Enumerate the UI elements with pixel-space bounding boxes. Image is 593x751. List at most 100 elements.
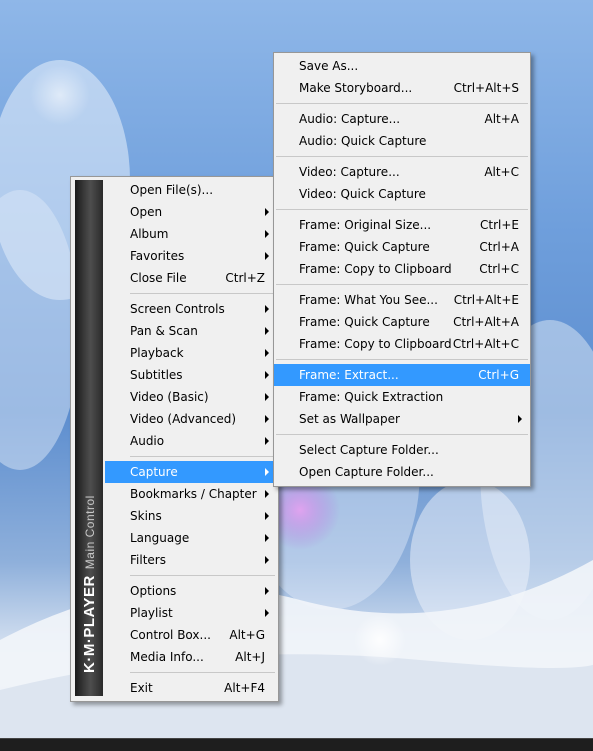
menu-item-label: Frame: Original Size... bbox=[299, 218, 432, 232]
menu-item-label: Audio: Capture... bbox=[299, 112, 401, 126]
main-item-album[interactable]: Album bbox=[71, 223, 278, 245]
submenu-arrow-icon bbox=[265, 208, 269, 216]
main-item-pan-scan[interactable]: Pan & Scan bbox=[71, 320, 278, 342]
menu-item-shortcut: Alt+G bbox=[229, 628, 265, 642]
submenu-arrow-icon bbox=[265, 587, 269, 595]
menu-separator bbox=[130, 672, 275, 673]
main-item-audio[interactable]: Audio bbox=[71, 430, 278, 452]
menu-item-shortcut: Ctrl+Alt+E bbox=[453, 293, 519, 307]
capture-item-save-as[interactable]: Save As... bbox=[274, 55, 530, 77]
menu-item-label: Frame: Extract... bbox=[299, 368, 399, 382]
menu-item-shortcut: Ctrl+C bbox=[479, 262, 519, 276]
main-item-subtitles[interactable]: Subtitles bbox=[71, 364, 278, 386]
main-item-playback[interactable]: Playback bbox=[71, 342, 278, 364]
submenu-arrow-icon bbox=[265, 252, 269, 260]
main-item-skins[interactable]: Skins bbox=[71, 505, 278, 527]
menu-item-label: Options bbox=[130, 584, 177, 598]
menu-item-shortcut: Ctrl+Alt+A bbox=[453, 315, 519, 329]
menu-item-label: Frame: Copy to Clipboard bbox=[299, 262, 452, 276]
main-item-capture[interactable]: Capture bbox=[105, 461, 278, 483]
main-item-video-advanced[interactable]: Video (Advanced) bbox=[71, 408, 278, 430]
main-item-playlist[interactable]: Playlist bbox=[71, 602, 278, 624]
main-item-language[interactable]: Language bbox=[71, 527, 278, 549]
menu-item-label: Bookmarks / Chapter bbox=[130, 487, 257, 501]
menu-item-shortcut: Alt+A bbox=[484, 112, 519, 126]
main-item-open-file-s[interactable]: Open File(s)... bbox=[71, 179, 278, 201]
menu-item-label: Frame: Quick Capture bbox=[299, 240, 430, 254]
menu-separator bbox=[276, 284, 528, 285]
submenu-arrow-icon bbox=[265, 468, 269, 476]
menu-item-label: Screen Controls bbox=[130, 302, 225, 316]
menu-item-shortcut: Ctrl+Z bbox=[225, 271, 265, 285]
main-control-menu: K·M·PLAYERMain Control Open File(s)... Op… bbox=[70, 176, 279, 702]
menu-item-label: Playlist bbox=[130, 606, 173, 620]
menu-item-label: Set as Wallpaper bbox=[299, 412, 400, 426]
capture-item-video-quick-capture[interactable]: Video: Quick Capture bbox=[274, 183, 530, 205]
capture-item-frame-copy-to-clipboard[interactable]: Frame: Copy to Clipboard Ctrl+Alt+C bbox=[274, 333, 530, 355]
capture-item-audio-quick-capture[interactable]: Audio: Quick Capture bbox=[274, 130, 530, 152]
menu-separator bbox=[276, 359, 528, 360]
main-item-filters[interactable]: Filters bbox=[71, 549, 278, 571]
menu-item-label: Make Storyboard... bbox=[299, 81, 413, 95]
menu-item-label: Video (Advanced) bbox=[130, 412, 237, 426]
main-item-close-file[interactable]: Close File Ctrl+Z bbox=[71, 267, 278, 289]
menu-separator bbox=[130, 575, 275, 576]
submenu-arrow-icon bbox=[265, 512, 269, 520]
main-item-video-basic[interactable]: Video (Basic) bbox=[71, 386, 278, 408]
menu-item-label: Video: Quick Capture bbox=[299, 187, 426, 201]
menu-item-label: Capture bbox=[130, 465, 178, 479]
main-item-options[interactable]: Options bbox=[71, 580, 278, 602]
menu-item-label: Audio: Quick Capture bbox=[299, 134, 427, 148]
capture-item-open-capture-folder[interactable]: Open Capture Folder... bbox=[274, 461, 530, 483]
menu-separator bbox=[130, 293, 275, 294]
capture-item-video-capture[interactable]: Video: Capture... Alt+C bbox=[274, 161, 530, 183]
capture-item-frame-extract[interactable]: Frame: Extract... Ctrl+G bbox=[274, 364, 530, 386]
menu-item-label: Control Box... bbox=[130, 628, 211, 642]
main-item-open[interactable]: Open bbox=[71, 201, 278, 223]
menu-item-label: Audio bbox=[130, 434, 165, 448]
main-item-favorites[interactable]: Favorites bbox=[71, 245, 278, 267]
capture-item-frame-quick-extraction[interactable]: Frame: Quick Extraction bbox=[274, 386, 530, 408]
capture-submenu: Save As... Make Storyboard... Ctrl+Alt+S Au… bbox=[273, 52, 531, 487]
menu-item-shortcut: Ctrl+G bbox=[478, 368, 519, 382]
menu-item-label: Open bbox=[130, 205, 163, 219]
main-item-bookmarks-chapter[interactable]: Bookmarks / Chapter bbox=[71, 483, 278, 505]
submenu-arrow-icon bbox=[265, 415, 269, 423]
menu-item-label: Favorites bbox=[130, 249, 185, 263]
capture-item-frame-what-you-see[interactable]: Frame: What You See... Ctrl+Alt+E bbox=[274, 289, 530, 311]
capture-item-frame-copy-to-clipboard[interactable]: Frame: Copy to Clipboard Ctrl+C bbox=[274, 258, 530, 280]
submenu-arrow-icon bbox=[265, 371, 269, 379]
capture-item-set-as-wallpaper[interactable]: Set as Wallpaper bbox=[274, 408, 530, 430]
menu-item-label: Frame: Quick Capture bbox=[299, 315, 430, 329]
menu-separator bbox=[276, 156, 528, 157]
capture-item-select-capture-folder[interactable]: Select Capture Folder... bbox=[274, 439, 530, 461]
menu-item-label: Open File(s)... bbox=[130, 183, 214, 197]
menu-item-label: Video: Capture... bbox=[299, 165, 400, 179]
submenu-arrow-icon bbox=[265, 556, 269, 564]
main-item-media-info[interactable]: Media Info... Alt+J bbox=[71, 646, 278, 668]
submenu-arrow-icon bbox=[265, 305, 269, 313]
menu-item-label: Skins bbox=[130, 509, 162, 523]
main-item-exit[interactable]: Exit Alt+F4 bbox=[71, 677, 278, 699]
submenu-arrow-icon bbox=[265, 349, 269, 357]
capture-item-frame-quick-capture[interactable]: Frame: Quick Capture Ctrl+A bbox=[274, 236, 530, 258]
menu-item-label: Frame: Copy to Clipboard bbox=[299, 337, 452, 351]
menu-separator bbox=[276, 103, 528, 104]
main-item-screen-controls[interactable]: Screen Controls bbox=[71, 298, 278, 320]
taskbar bbox=[0, 738, 593, 751]
menu-item-shortcut: Ctrl+Alt+C bbox=[452, 337, 519, 351]
menu-item-label: Media Info... bbox=[130, 650, 204, 664]
menu-item-label: Frame: Quick Extraction bbox=[299, 390, 444, 404]
main-item-control-box[interactable]: Control Box... Alt+G bbox=[71, 624, 278, 646]
menu-item-label: Pan & Scan bbox=[130, 324, 198, 338]
submenu-arrow-icon bbox=[265, 534, 269, 542]
capture-item-frame-original-size[interactable]: Frame: Original Size... Ctrl+E bbox=[274, 214, 530, 236]
menu-item-label: Exit bbox=[130, 681, 153, 695]
menu-item-label: Select Capture Folder... bbox=[299, 443, 439, 457]
submenu-arrow-icon bbox=[265, 490, 269, 498]
menu-item-label: Frame: What You See... bbox=[299, 293, 438, 307]
capture-item-frame-quick-capture[interactable]: Frame: Quick Capture Ctrl+Alt+A bbox=[274, 311, 530, 333]
capture-item-audio-capture[interactable]: Audio: Capture... Alt+A bbox=[274, 108, 530, 130]
menu-item-shortcut: Ctrl+A bbox=[479, 240, 519, 254]
capture-item-make-storyboard[interactable]: Make Storyboard... Ctrl+Alt+S bbox=[274, 77, 530, 99]
